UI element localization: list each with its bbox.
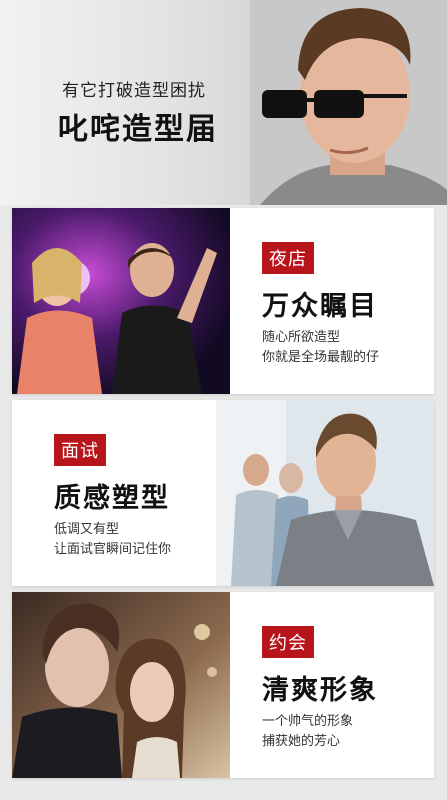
dating-headline: 清爽形象 bbox=[262, 675, 378, 706]
nightclub-headline: 万众瞩目 bbox=[262, 291, 378, 322]
interview-headline: 质感塑型 bbox=[54, 483, 170, 514]
dating-text: 约会 清爽形象 一个帅气的形象 捕获她的芳心 bbox=[244, 592, 444, 778]
nightclub-text: 夜店 万众瞩目 随心所欲造型 你就是全场最靓的仔 bbox=[244, 208, 444, 394]
hero-title: 叱咤造型届 bbox=[58, 112, 218, 147]
model-with-sunglasses-photo bbox=[250, 0, 447, 205]
nightclub-card: 夜店 万众瞩目 随心所欲造型 你就是全场最靓的仔 bbox=[12, 208, 434, 394]
nightclub-photo bbox=[12, 208, 230, 394]
nightclub-desc: 随心所欲造型 你就是全场最靓的仔 bbox=[262, 328, 379, 368]
interview-card: 面试 质感塑型 低调又有型 让面试官瞬间记住你 bbox=[12, 400, 434, 586]
hero-subtitle: 有它打破造型困扰 bbox=[62, 81, 206, 101]
nightclub-desc-line1: 随心所欲造型 bbox=[262, 330, 341, 345]
nightclub-tag: 夜店 bbox=[262, 242, 314, 274]
interview-desc: 低调又有型 让面试官瞬间记住你 bbox=[54, 520, 171, 560]
dating-desc-line2: 捕获她的芳心 bbox=[262, 734, 341, 749]
interview-desc-line2: 让面试官瞬间记住你 bbox=[54, 542, 172, 557]
interview-photo bbox=[216, 400, 434, 586]
dating-card: 约会 清爽形象 一个帅气的形象 捕获她的芳心 bbox=[12, 592, 434, 778]
interview-text: 面试 质感塑型 低调又有型 让面试官瞬间记住你 bbox=[12, 400, 212, 586]
dating-tag: 约会 bbox=[262, 626, 314, 658]
dating-desc-line1: 一个帅气的形象 bbox=[262, 714, 354, 729]
dating-desc: 一个帅气的形象 捕获她的芳心 bbox=[262, 712, 353, 752]
nightclub-desc-line2: 你就是全场最靓的仔 bbox=[262, 350, 380, 365]
dating-photo bbox=[12, 592, 230, 778]
hero-banner: 有它打破造型困扰 叱咤造型届 bbox=[0, 0, 447, 205]
interview-tag: 面试 bbox=[54, 434, 106, 466]
interview-desc-line1: 低调又有型 bbox=[54, 522, 120, 537]
